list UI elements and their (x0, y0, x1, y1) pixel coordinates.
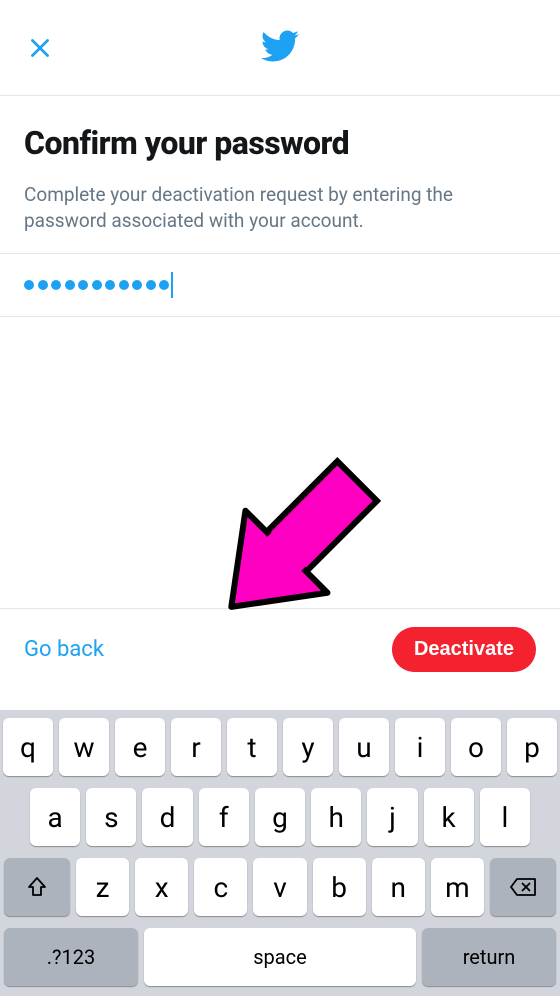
key-w[interactable]: w (59, 718, 109, 776)
backspace-icon (509, 876, 537, 898)
key-v[interactable]: v (253, 858, 306, 916)
password-dot (65, 280, 75, 290)
close-button[interactable] (24, 32, 56, 64)
key-return[interactable]: return (422, 928, 556, 986)
password-dot (24, 280, 34, 290)
twitter-logo-icon (261, 27, 299, 69)
key-i[interactable]: i (395, 718, 445, 776)
key-p[interactable]: p (507, 718, 557, 776)
key-c[interactable]: c (194, 858, 247, 916)
password-dot (51, 280, 61, 290)
deactivate-button[interactable]: Deactivate (392, 627, 536, 672)
password-dot (92, 280, 102, 290)
key-q[interactable]: q (3, 718, 53, 776)
key-b[interactable]: b (313, 858, 366, 916)
key-y[interactable]: y (283, 718, 333, 776)
key-g[interactable]: g (255, 788, 305, 846)
page-subtitle: Complete your deactivation request by en… (0, 182, 560, 253)
key-o[interactable]: o (451, 718, 501, 776)
password-dot (105, 280, 115, 290)
password-dot (119, 280, 129, 290)
key-backspace[interactable] (490, 858, 556, 916)
key-space[interactable]: space (144, 928, 416, 986)
close-icon (27, 35, 53, 61)
key-s[interactable]: s (86, 788, 136, 846)
key-m[interactable]: m (431, 858, 484, 916)
password-input[interactable] (0, 253, 560, 317)
go-back-link[interactable]: Go back (24, 637, 104, 662)
key-j[interactable]: j (367, 788, 417, 846)
page-title: Confirm your password (0, 96, 560, 182)
password-dot (38, 280, 48, 290)
key-f[interactable]: f (199, 788, 249, 846)
key-r[interactable]: r (171, 718, 221, 776)
key-z[interactable]: z (76, 858, 129, 916)
key-a[interactable]: a (30, 788, 80, 846)
password-dot (146, 280, 156, 290)
text-cursor (171, 272, 173, 298)
key-u[interactable]: u (339, 718, 389, 776)
key-t[interactable]: t (227, 718, 277, 776)
key-shift[interactable] (4, 858, 70, 916)
content: Confirm your password Complete your deac… (0, 96, 560, 317)
key-x[interactable]: x (135, 858, 188, 916)
shift-icon (25, 875, 49, 899)
key-l[interactable]: l (480, 788, 530, 846)
password-dots (24, 280, 169, 290)
password-dot (132, 280, 142, 290)
key-d[interactable]: d (142, 788, 192, 846)
action-bar: Go back Deactivate (0, 608, 560, 690)
key-e[interactable]: e (115, 718, 165, 776)
keyboard: qwertyuiop asdfghjkl zxcvbnm .?123 space… (0, 710, 560, 996)
password-dot (159, 280, 169, 290)
password-dot (78, 280, 88, 290)
header (0, 0, 560, 96)
key-k[interactable]: k (424, 788, 474, 846)
key-h[interactable]: h (311, 788, 361, 846)
key-n[interactable]: n (372, 858, 425, 916)
key-numbers[interactable]: .?123 (4, 928, 138, 986)
